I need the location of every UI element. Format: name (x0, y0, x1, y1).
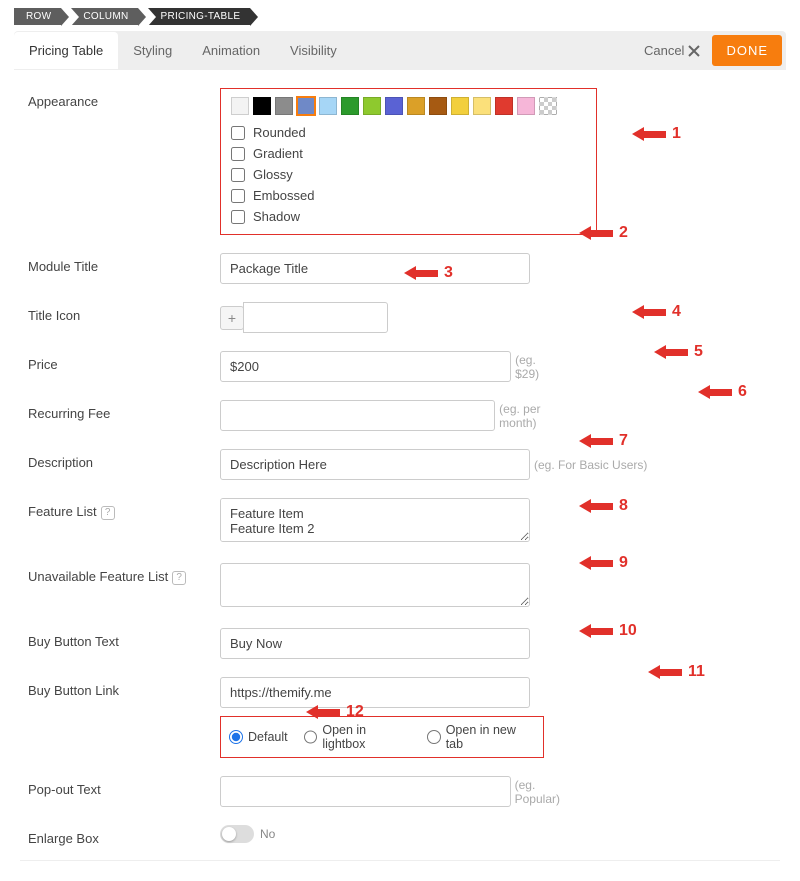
radio-lightbox[interactable] (304, 730, 318, 744)
radio-default[interactable] (229, 730, 243, 744)
input-recurring[interactable] (220, 400, 495, 431)
tab-styling[interactable]: Styling (118, 32, 187, 69)
radio-default-label: Default (248, 730, 288, 744)
toggle-enlarge[interactable] (220, 825, 254, 843)
annotation-8: 8 (579, 497, 628, 515)
label-popout: Pop-out Text (20, 776, 220, 797)
label-description: Description (20, 449, 220, 470)
color-swatch[interactable] (385, 97, 403, 115)
checkbox-shadow[interactable] (231, 210, 245, 224)
color-swatch[interactable] (495, 97, 513, 115)
crumb-pricing-table[interactable]: PRICING-TABLE (148, 8, 250, 25)
cancel-label: Cancel (644, 43, 684, 58)
annotation-3: 3 (404, 264, 453, 282)
label-unavail-list: Unavailable Feature List? (20, 563, 220, 585)
annotation-2: 2 (579, 224, 628, 242)
color-swatch[interactable] (407, 97, 425, 115)
hint-popout: (eg. Popular) (515, 778, 580, 806)
checkbox-embossed[interactable] (231, 189, 245, 203)
input-buy-text[interactable] (220, 628, 530, 659)
checkbox-rounded[interactable] (231, 126, 245, 140)
color-swatch[interactable] (363, 97, 381, 115)
color-swatch[interactable] (297, 97, 315, 115)
tab-visibility[interactable]: Visibility (275, 32, 352, 69)
input-price[interactable] (220, 351, 511, 382)
color-swatch-transparent[interactable] (539, 97, 557, 115)
color-swatches (231, 97, 586, 115)
color-swatch[interactable] (451, 97, 469, 115)
textarea-unavail-list[interactable] (220, 563, 530, 607)
tab-animation[interactable]: Animation (187, 32, 275, 69)
hint-recurring: (eg. per month) (499, 402, 571, 430)
label-enlarge: Enlarge Box (20, 825, 220, 846)
annotation-6: 6 (698, 383, 747, 401)
checkbox-glossy-label: Glossy (253, 167, 293, 182)
color-swatch[interactable] (253, 97, 271, 115)
input-buy-link[interactable] (220, 677, 530, 708)
color-swatch[interactable] (231, 97, 249, 115)
annotation-5: 5 (654, 343, 703, 361)
input-description[interactable] (220, 449, 530, 480)
checkbox-glossy[interactable] (231, 168, 245, 182)
annotation-7: 7 (579, 432, 628, 450)
link-target-group: Default Open in lightbox Open in new tab (220, 716, 544, 758)
crumb-row[interactable]: ROW (14, 8, 61, 25)
done-button[interactable]: DONE (712, 35, 782, 66)
annotation-1: 1 (632, 125, 681, 143)
radio-newtab[interactable] (427, 730, 441, 744)
input-module-title[interactable] (220, 253, 530, 284)
tab-pricing-table[interactable]: Pricing Table (14, 32, 118, 69)
label-title-icon: Title Icon (20, 302, 220, 323)
close-icon (688, 45, 700, 57)
label-module-title: Module Title (20, 253, 220, 274)
hint-description: (eg. For Basic Users) (534, 458, 647, 472)
add-icon-button[interactable]: + (220, 306, 244, 330)
annotation-12: 12 (306, 703, 364, 721)
plus-icon: + (228, 310, 236, 326)
color-swatch[interactable] (473, 97, 491, 115)
help-icon[interactable]: ? (101, 506, 115, 520)
annotation-9: 9 (579, 554, 628, 572)
annotation-4: 4 (632, 303, 681, 321)
checkbox-gradient-label: Gradient (253, 146, 303, 161)
appearance-group: Rounded Gradient Glossy Embossed Shadow (220, 88, 597, 235)
label-price: Price (20, 351, 220, 372)
checkbox-rounded-label: Rounded (253, 125, 306, 140)
label-feature-list: Feature List? (20, 498, 220, 520)
label-buy-text: Buy Button Text (20, 628, 220, 649)
breadcrumb: ROW COLUMN PRICING-TABLE (14, 8, 786, 25)
textarea-feature-list[interactable] (220, 498, 530, 542)
color-swatch[interactable] (319, 97, 337, 115)
color-swatch[interactable] (429, 97, 447, 115)
label-recurring: Recurring Fee (20, 400, 220, 421)
color-swatch[interactable] (275, 97, 293, 115)
annotation-11: 11 (648, 663, 705, 681)
toggle-enlarge-state: No (260, 827, 275, 841)
label-appearance: Appearance (20, 88, 220, 109)
color-swatch[interactable] (341, 97, 359, 115)
radio-newtab-label: Open in new tab (446, 723, 535, 751)
input-popout[interactable] (220, 776, 511, 807)
checkbox-gradient[interactable] (231, 147, 245, 161)
radio-lightbox-label: Open in lightbox (322, 723, 411, 751)
hint-price: (eg. $29) (515, 353, 560, 381)
label-buy-link: Buy Button Link (20, 677, 220, 698)
checkbox-shadow-label: Shadow (253, 209, 300, 224)
annotation-10: 10 (579, 622, 637, 640)
checkbox-embossed-label: Embossed (253, 188, 314, 203)
tabbar: Pricing Table Styling Animation Visibili… (14, 31, 786, 70)
color-swatch[interactable] (517, 97, 535, 115)
cancel-button[interactable]: Cancel (632, 43, 712, 58)
input-title-icon[interactable] (243, 302, 388, 333)
help-icon[interactable]: ? (172, 571, 186, 585)
crumb-column[interactable]: COLUMN (71, 8, 138, 25)
